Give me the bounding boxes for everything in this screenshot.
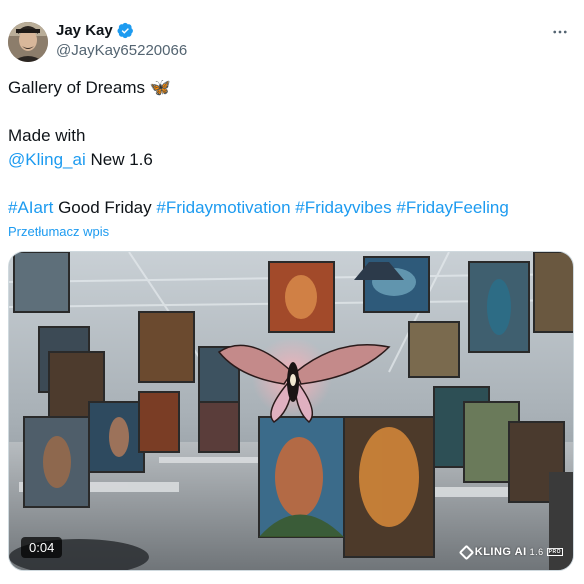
watermark-version: 1.6 [529, 547, 544, 557]
tweet-text-version: New 1.6 [85, 150, 153, 169]
tweet-hashtags-line: #AIart Good Friday #Fridaymotivation #Fr… [8, 196, 574, 220]
tweet-text-line: Gallery of Dreams 🦋 [8, 76, 574, 100]
mention-link[interactable]: @Kling_ai [8, 150, 86, 169]
author-name[interactable]: Jay Kay [56, 22, 113, 39]
author-handle[interactable]: @JayKay65220066 [56, 42, 187, 59]
video-player[interactable]: 0:04 KLING AI 1.6 PRO [8, 251, 574, 571]
kling-watermark: KLING AI 1.6 PRO [458, 544, 563, 560]
watermark-badge: PRO [546, 548, 563, 556]
verified-badge-icon [117, 22, 133, 39]
more-horizontal-icon[interactable] [550, 22, 570, 42]
hashtag-link[interactable]: #FridayFeeling [396, 198, 508, 217]
hashtag-link[interactable]: #Fridayvibes [295, 198, 391, 217]
butterfly-emoji-icon: 🦋 [149, 78, 171, 97]
hashtag-link[interactable]: #AIart [8, 198, 53, 217]
translate-post-link[interactable]: Przetłumacz wpis [8, 224, 109, 239]
watermark-brand: KLING AI [474, 546, 527, 558]
tweet-header: Jay Kay @JayKay65220066 [8, 20, 578, 64]
tweet-text-line: Made with [8, 124, 574, 148]
tweet-text-good-friday: Good Friday [53, 198, 157, 217]
avatar[interactable] [8, 22, 48, 62]
video-thumbnail [9, 252, 573, 570]
avatar-portrait [8, 22, 48, 62]
video-duration: 0:04 [21, 537, 63, 558]
tweet-text-title: Gallery of Dreams [8, 78, 145, 97]
tweet-text-made-with: Made with [8, 126, 86, 145]
hashtag-link[interactable]: #Fridaymotivation [156, 198, 290, 217]
kling-logo-icon [458, 544, 475, 560]
tweet-text-line: @Kling_ai New 1.6 [8, 148, 574, 172]
